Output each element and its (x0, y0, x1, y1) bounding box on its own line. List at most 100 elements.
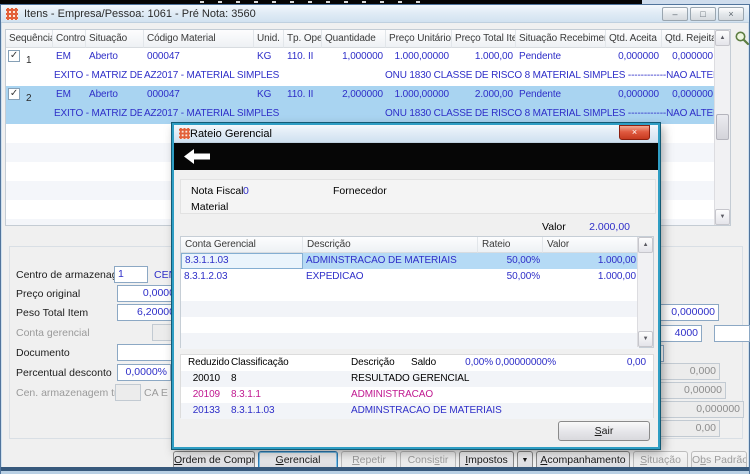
conta2-descricao: ADMINISTRACAO (351, 389, 433, 400)
row2-detail-info: ONU 1830 CLASSE DE RISCO 8 MATERIAL SIMP… (385, 108, 714, 119)
rateio-row1-rateio: 50,00% (478, 253, 543, 269)
rateio-row-1-selected[interactable]: 8.3.1.1.03 ADMINSTRACAO DE MATERIAIS 50,… (181, 253, 639, 269)
row2-tp-oper: 110. II (284, 86, 322, 105)
dialog-toolbar (174, 143, 658, 170)
rateio-row1-descricao: ADMINSTRACAO DE MATERIAIS (303, 253, 478, 269)
col-codigo-material: Código Material (144, 30, 254, 48)
rateio-row2-valor: 1.000,00 (543, 269, 639, 285)
conta-row-3[interactable]: 20133 8.3.1.1.03 ADMINSTRACAO DE MATERIA… (181, 403, 653, 419)
col-descricao: Descrição (351, 357, 395, 368)
dialog-titlebar[interactable]: Rateio Gerencial (174, 125, 658, 143)
item-row-2-detail[interactable]: EXITO - MATRIZ DE CON AZ2017 - MATERIAL … (6, 105, 730, 124)
rateio-empty-row (181, 301, 639, 317)
preco-original-label: Preço original (16, 288, 80, 300)
contas-list: Reduzido Classificação Descrição Saldo 0… (180, 354, 654, 418)
item-row-1-detail[interactable]: EXITO - MATRIZ DE CON AZ2017 - MATERIAL … (6, 67, 730, 86)
sair-button[interactable]: Sair (558, 421, 650, 441)
rateio-row-2[interactable]: 8.3.1.2.03 EXPEDICAO 50,00% 1.000,00 (181, 269, 639, 285)
conta2-reduzido: 20109 (188, 389, 220, 400)
documento-input[interactable] (117, 344, 179, 361)
dialog-close-button[interactable]: × (619, 125, 650, 140)
total-pct-1: 0,00% (465, 357, 493, 368)
conta3-classificacao: 8.3.1.1.03 (231, 405, 274, 416)
row2-preco-unitario: 1.000,00000 (386, 86, 452, 105)
cen-armazenagem-transf-input (115, 384, 141, 401)
peso-total-item-input[interactable]: 6,20000 (117, 304, 179, 321)
items-grid-scrollbar[interactable]: ▲ ▼ (714, 30, 730, 225)
row2-seq: 2 (26, 93, 31, 104)
item-row-2-selected[interactable]: ✓2 EM Aberto 000047 KG 110. II 2,000000 … (6, 86, 716, 105)
material-label: Material (191, 201, 228, 213)
rateio-grid-scrollbar[interactable]: ▲ ▼ (637, 237, 653, 347)
close-icon: × (728, 10, 733, 19)
col-preco-unitario: Preço Unitário (386, 30, 452, 48)
percentual-desconto-label: Percentual desconto (16, 367, 112, 379)
col-sequencia: Sequência (6, 30, 53, 48)
percentual-desconto-input[interactable]: 0,0000% (117, 364, 171, 381)
item-row-1[interactable]: ✓1 EM Aberto 000047 KG 110. II 1,000000 … (6, 48, 716, 67)
scroll-down-icon: ▼ (643, 336, 649, 342)
cen-armazenagem-transf-desc: CA E (144, 387, 168, 399)
rateio-empty-row (181, 317, 639, 333)
row1-detail-info: ONU 1830 CLASSE DE RISCO 8 MATERIAL SIMP… (385, 70, 714, 81)
rateio-row2-descricao: EXPEDICAO (303, 269, 478, 285)
rateio-row2-rateio: 50,00% (478, 269, 543, 285)
items-grid-header: Sequência Controle Situação Código Mater… (6, 30, 716, 48)
centro-armazenagem-input[interactable]: 1 (114, 266, 148, 283)
scroll-down-icon: ▼ (720, 214, 726, 220)
maximize-button[interactable]: □ (690, 7, 716, 21)
col-conta-gerencial: Conta Gerencial (181, 237, 303, 253)
app-icon (6, 8, 18, 20)
right-field-3[interactable] (714, 325, 750, 342)
row1-qtd-rejeitada: 0,000000 (662, 48, 716, 67)
conta-row-1[interactable]: 20010 8 RESULTADO GERENCIAL (181, 371, 653, 387)
conta1-reduzido: 20010 (188, 373, 220, 384)
dialog-close-icon: × (632, 127, 637, 137)
conta-row-2[interactable]: 20109 8.3.1.1 ADMINISTRACAO (181, 387, 653, 403)
rateio-row2-conta: 8.3.1.2.03 (181, 269, 303, 285)
col-valor: Valor (543, 237, 639, 253)
row1-preco-unitario: 1.000,00000 (386, 48, 452, 67)
nota-fiscal-label: Nota Fiscal (191, 185, 244, 197)
row2-quantidade: 2,000000 (322, 86, 386, 105)
row2-checkbox[interactable]: ✓ (8, 88, 20, 100)
row2-detail-material: AZ2017 - MATERIAL SIMPLES (144, 108, 382, 119)
main-titlebar[interactable]: Itens - Empresa/Pessoa: 1061 - Pré Nota:… (1, 5, 749, 23)
nota-fiscal-value: 0 (243, 185, 249, 197)
row1-checkbox[interactable]: ✓ (8, 50, 20, 62)
minimize-icon: – (672, 10, 677, 19)
conta1-descricao: RESULTADO GERENCIAL (351, 373, 469, 384)
col-descricao: Descrição (303, 237, 478, 253)
search-zoom-icon[interactable] (734, 30, 750, 46)
rateio-row1-conta[interactable]: 8.3.1.1.03 (181, 253, 303, 269)
preco-original-input[interactable]: 0,0000 (117, 285, 179, 302)
col-controle: Controle (53, 30, 86, 48)
conta2-classificacao: 8.3.1.1 (231, 389, 261, 400)
col-qtd-rejeitada: Qtd. Rejeitada (662, 30, 716, 48)
window-title: Itens - Empresa/Pessoa: 1061 - Pré Nota:… (24, 8, 256, 20)
row2-codigo: 000047 (144, 86, 254, 105)
scroll-thumb[interactable] (716, 114, 729, 140)
scroll-up-button[interactable]: ▲ (715, 30, 730, 46)
conta3-reduzido: 20133 (188, 405, 220, 416)
minimize-button[interactable]: – (662, 7, 688, 21)
conta-gerencial-label: Conta gerencial (16, 327, 90, 339)
close-button[interactable]: × (718, 7, 744, 21)
documento-label: Documento (16, 347, 70, 359)
row2-controle: EM (53, 86, 86, 105)
row1-preco-total: 1.000,00 (452, 48, 516, 67)
conta1-classificacao: 8 (231, 373, 236, 384)
total-pct-2: 0,00000000% (495, 357, 556, 368)
row2-situacao-receb: Pendente (516, 86, 606, 105)
row2-situacao: Aberto (86, 86, 144, 105)
rateio-scroll-down-button[interactable]: ▼ (638, 331, 653, 347)
rateio-empty-row (181, 285, 639, 301)
maximize-icon: □ (700, 10, 705, 19)
rateio-scroll-up-button[interactable]: ▲ (638, 237, 653, 253)
row1-detail-material: AZ2017 - MATERIAL SIMPLES (144, 70, 382, 81)
row1-qtd-aceita: 0,000000 (606, 48, 662, 67)
dialog-title: Rateio Gerencial (190, 128, 272, 140)
scroll-down-button[interactable]: ▼ (715, 209, 730, 225)
row1-situacao: Aberto (86, 48, 144, 67)
back-arrow-icon[interactable] (182, 148, 212, 165)
